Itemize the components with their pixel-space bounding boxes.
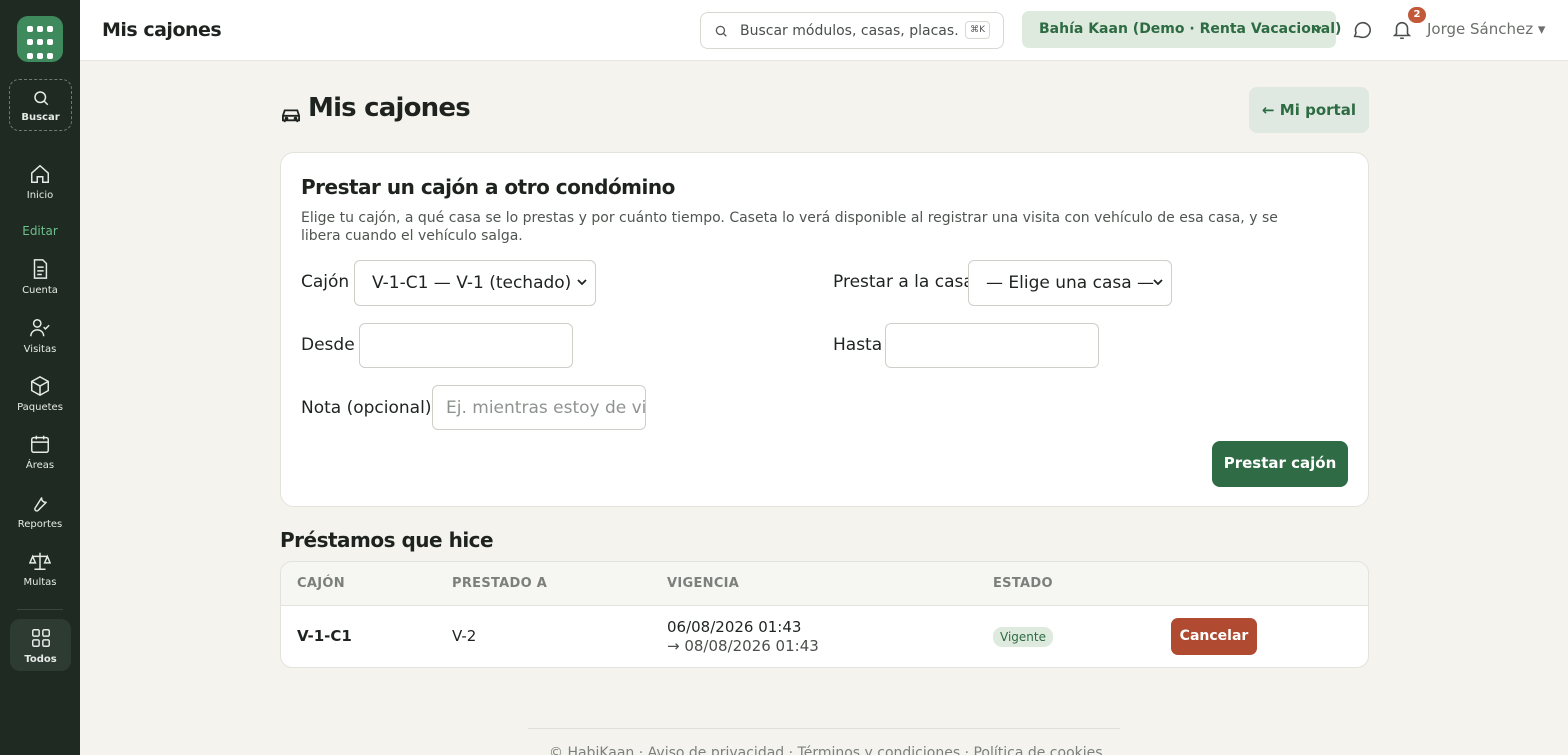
- notification-badge: 2: [1408, 7, 1426, 23]
- loans-title: Préstamos que hice: [280, 528, 494, 552]
- desde-input[interactable]: [359, 323, 573, 368]
- chevron-down-icon: [577, 279, 587, 286]
- lend-button[interactable]: Prestar cajón: [1212, 441, 1348, 487]
- search-icon: [33, 91, 48, 106]
- document-icon: [33, 259, 48, 279]
- topbar-title: Mis cajones: [102, 19, 222, 41]
- home-icon: [31, 164, 49, 183]
- sidebar-all-label: Todos: [24, 654, 57, 665]
- sidebar-item-label: Reportes: [17, 519, 63, 530]
- footer-divider: [528, 728, 1120, 729]
- sidebar-item-cuenta[interactable]: Cuenta: [0, 258, 80, 296]
- sidebar-item-home[interactable]: Inicio: [0, 163, 80, 201]
- org-name: Bahía Kaan (Demo · Renta Vacacional): [1039, 21, 1342, 37]
- sidebar-item-multas[interactable]: Multas: [0, 550, 80, 588]
- sidebar-item-label: Visitas: [23, 344, 57, 355]
- apps-logo-icon[interactable]: [17, 16, 63, 62]
- cajon-cell: V-1-C1: [297, 627, 352, 645]
- search-icon: [715, 25, 727, 37]
- vigencia-to: → 08/08/2026 01:43: [667, 637, 819, 655]
- search-input[interactable]: Buscar módulos, casas, placas… ⌘K: [700, 12, 1004, 49]
- cajon-select-value: V-1-C1 — V-1 (techado): [372, 273, 572, 293]
- sidebar-item-search[interactable]: Buscar: [9, 79, 72, 131]
- desde-label: Desde: [301, 335, 355, 355]
- user-menu[interactable]: Jorge Sánchez ▾: [1427, 20, 1545, 38]
- search-placeholder: Buscar módulos, casas, placas…: [740, 23, 960, 39]
- casa-select-value: — Elige una casa —: [986, 273, 1155, 293]
- nota-label: Nota (opcional): [301, 398, 432, 418]
- scale-icon: [29, 552, 51, 570]
- bell-icon[interactable]: [1391, 18, 1413, 42]
- shortcut-hint: ⌘K: [965, 21, 990, 39]
- sidebar: Buscar Inicio Editar Cuenta Visitas Paqu…: [0, 0, 80, 755]
- vigencia-cell: 06/08/2026 01:43 → 08/08/2026 01:43: [667, 618, 819, 656]
- nota-placeholder: Ej. mientras estoy de vi: [446, 398, 646, 418]
- column-header: CAJÓN: [297, 576, 345, 591]
- sidebar-edit-link[interactable]: Editar: [0, 224, 80, 238]
- sidebar-item-label: Áreas: [25, 460, 55, 471]
- nota-input[interactable]: Ej. mientras estoy de vi: [432, 385, 646, 430]
- user-check-icon: [30, 319, 50, 337]
- casa-select[interactable]: — Elige una casa —: [968, 260, 1172, 306]
- package-icon: [31, 375, 49, 397]
- sidebar-item-label: Cuenta: [22, 285, 58, 296]
- car-icon: [282, 109, 300, 123]
- back-to-portal-button[interactable]: ← Mi portal: [1249, 87, 1369, 133]
- chat-icon[interactable]: [1351, 19, 1373, 41]
- sidebar-divider: [17, 609, 63, 610]
- cancel-loan-button[interactable]: Cancelar: [1171, 618, 1257, 655]
- org-selector[interactable]: Bahía Kaan (Demo · Renta Vacacional): [1022, 11, 1341, 48]
- chevron-down-icon: [1153, 279, 1163, 286]
- loans-table: CAJÓN PRESTADO A VIGENCIA ESTADO V-1-C1 …: [280, 561, 1369, 668]
- vigencia-from: 06/08/2026 01:43: [667, 618, 802, 636]
- sidebar-item-all[interactable]: Todos: [10, 619, 71, 671]
- topbar: Mis cajones Buscar módulos, casas, placa…: [80, 0, 1568, 61]
- sidebar-home-label: Inicio: [26, 190, 54, 201]
- sidebar-item-paquetes[interactable]: Paquetes: [0, 375, 80, 413]
- column-header: PRESTADO A: [452, 576, 548, 591]
- calendar-icon: [31, 435, 49, 453]
- sidebar-item-visitas[interactable]: Visitas: [0, 317, 80, 355]
- wrench-icon: [34, 497, 47, 512]
- sidebar-item-label: Paquetes: [17, 402, 63, 413]
- sidebar-item-label: Multas: [23, 577, 57, 588]
- chevron-down-icon: [1312, 26, 1322, 33]
- column-header: ESTADO: [993, 576, 1053, 591]
- form-title: Prestar un cajón a otro condómino: [301, 175, 675, 199]
- status-badge: Vigente: [993, 627, 1053, 647]
- cajon-label: Cajón: [301, 272, 350, 292]
- form-description: Elige tu cajón, a qué casa se lo prestas…: [301, 210, 1278, 244]
- column-header: VIGENCIA: [667, 576, 740, 591]
- sidebar-item-reportes[interactable]: Reportes: [0, 492, 80, 530]
- prestado-cell: V-2: [452, 627, 477, 645]
- casa-label: Prestar a la casa: [833, 272, 974, 292]
- page-title: Mis cajones: [308, 93, 471, 123]
- cajon-select[interactable]: V-1-C1 — V-1 (techado): [354, 260, 596, 306]
- lend-form-card: Prestar un cajón a otro condómino Elige …: [280, 152, 1369, 507]
- sidebar-search-label: Buscar: [21, 112, 60, 123]
- footer-links: © HabiKaan · Aviso de privacidad · Térmi…: [549, 745, 1103, 755]
- table-header: CAJÓN PRESTADO A VIGENCIA ESTADO: [281, 562, 1368, 606]
- grid-icon: [31, 629, 50, 647]
- sidebar-item-areas[interactable]: Áreas: [0, 433, 80, 471]
- hasta-input[interactable]: [885, 323, 1099, 368]
- hasta-label: Hasta: [833, 335, 883, 355]
